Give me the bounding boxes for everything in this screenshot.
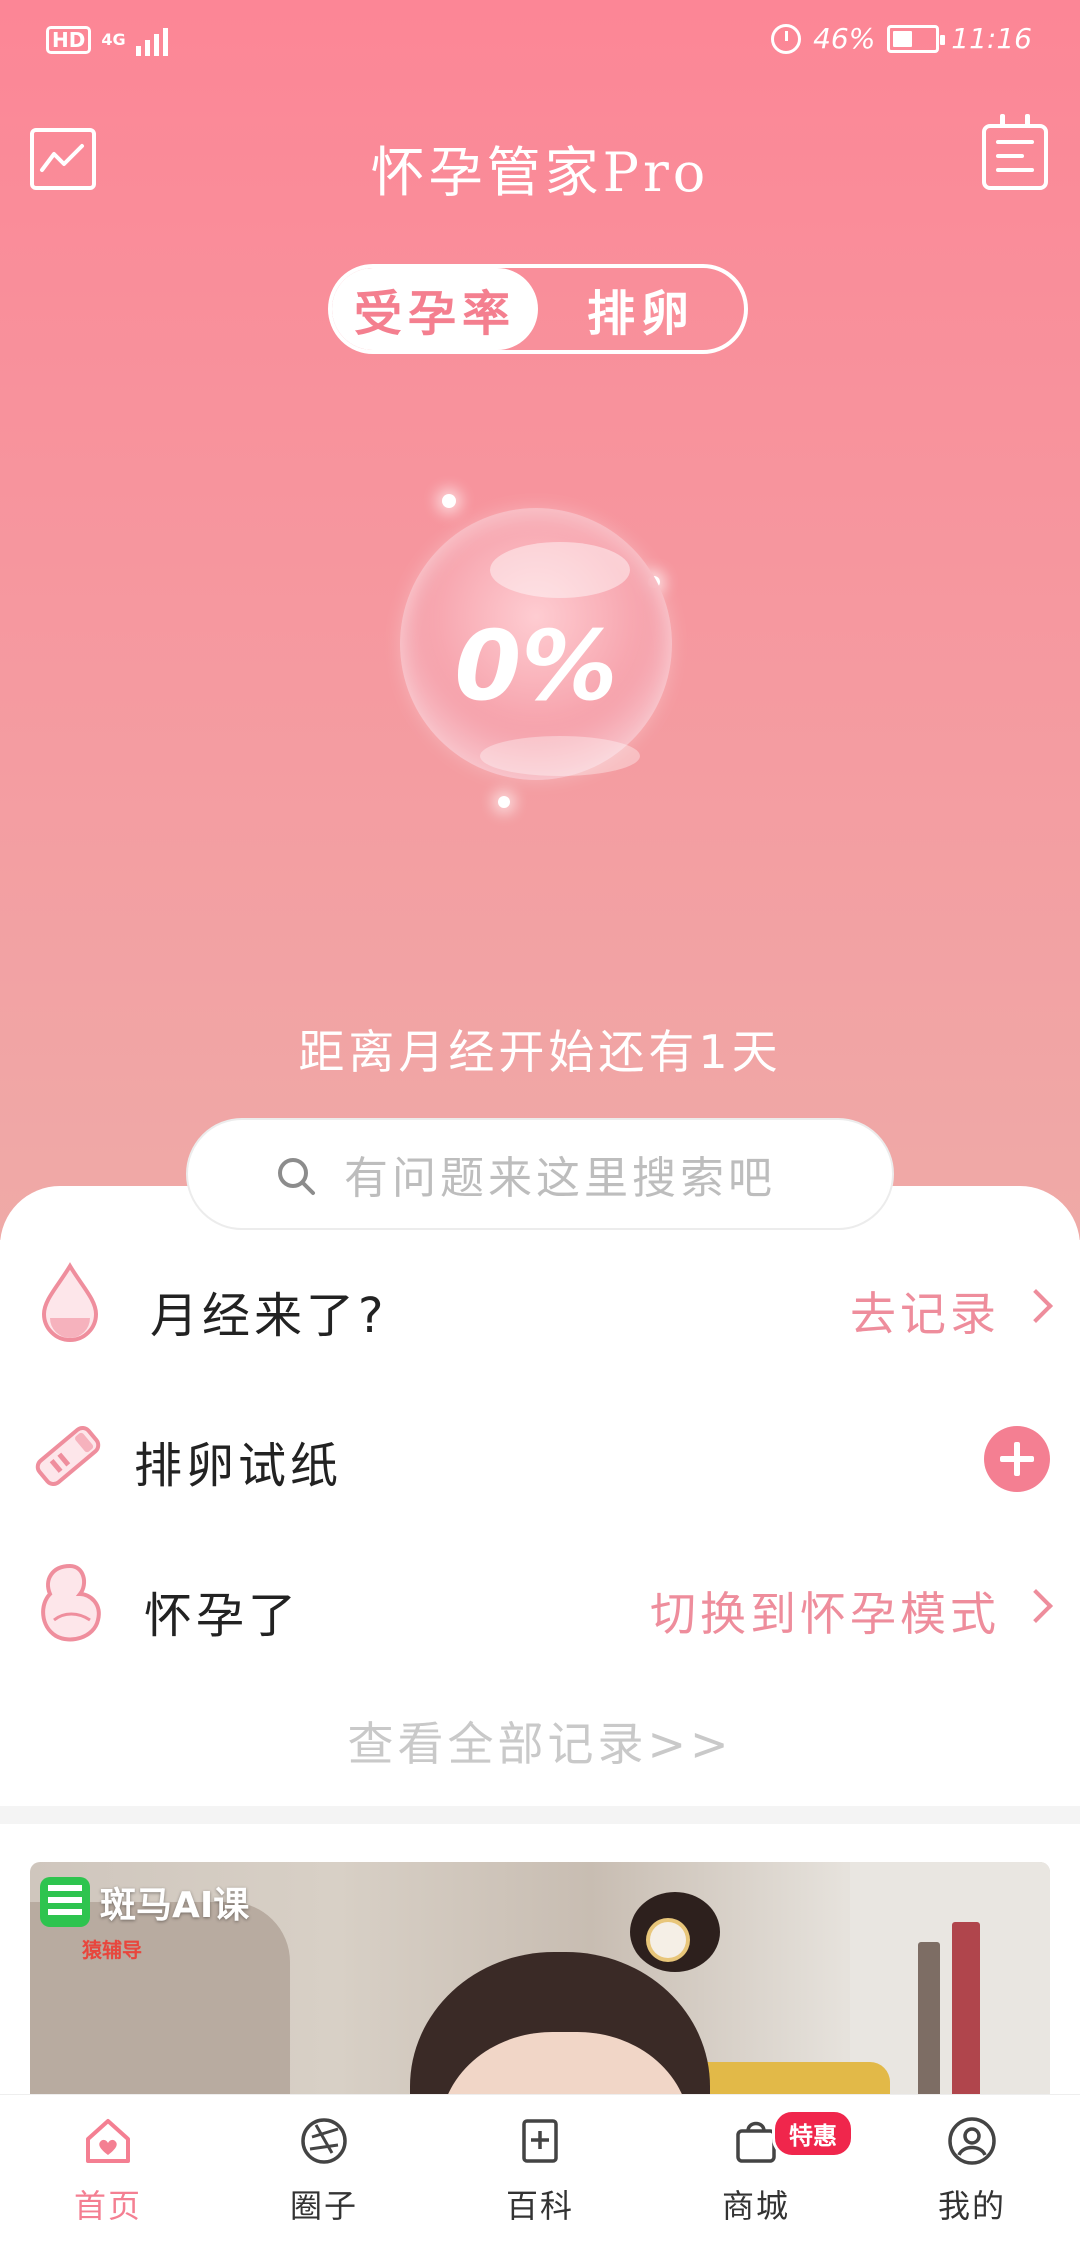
status-bar: HD 4G 46% 11:16 <box>0 0 1080 86</box>
nav-label: 百科 <box>505 2187 574 2225</box>
search-bar[interactable]: 有问题来这里搜索吧 <box>186 1118 894 1230</box>
chevron-right-icon <box>1019 1289 1053 1323</box>
search-placeholder: 有问题来这里搜索吧 <box>344 1153 776 1204</box>
nav-mall[interactable]: 商城 特惠 <box>648 2095 864 2244</box>
brand-subtitle: 猿辅导 <box>82 1938 142 1962</box>
mode-toggle: 受孕率 排卵 <box>328 264 748 354</box>
calendar-button[interactable] <box>982 114 1048 190</box>
bubble: 0% <box>400 508 672 780</box>
bubble-highlight <box>480 736 640 776</box>
record-link[interactable]: 去记录 <box>850 1278 1000 1344</box>
tab-conception-rate[interactable]: 受孕率 <box>332 268 538 350</box>
banner-book <box>918 1942 940 2102</box>
status-right: 46% 11:16 <box>771 22 1032 55</box>
pregnant-row[interactable]: 怀孕了 切换到怀孕模式 <box>0 1536 1080 1676</box>
nav-profile[interactable]: 我的 <box>864 2095 1080 2244</box>
period-row[interactable]: 月经来了? 去记录 <box>0 1236 1080 1376</box>
alarm-icon <box>771 23 802 54</box>
nav-label: 首页 <box>73 2187 142 2225</box>
nav-label: 我的 <box>937 2187 1006 2225</box>
zebra-logo-icon <box>40 1877 90 1927</box>
bubble-highlight <box>490 542 630 598</box>
promo-badge: 特惠 <box>772 2109 854 2158</box>
strip-label: 排卵试纸 <box>134 1438 343 1494</box>
pregnant-label: 怀孕了 <box>144 1588 301 1644</box>
nav-home[interactable]: 首页 <box>0 2095 216 2244</box>
signal-icon <box>135 24 168 56</box>
banner-hair-clip <box>650 1922 686 1958</box>
switch-mode-link[interactable]: 切换到怀孕模式 <box>650 1578 1000 1644</box>
battery-percent: 46% <box>813 22 876 55</box>
app-screen: HD 4G 46% 11:16 怀孕管家Pro 受孕率 排卵 0% 距离月经开始… <box>0 0 1080 2244</box>
drop-icon <box>41 1262 99 1342</box>
test-strip-icon <box>35 1425 101 1487</box>
banner-brand: 斑马AI课 <box>40 1876 249 1928</box>
records-card: 月经来了? 去记录 排卵试纸 怀孕了 切换到怀孕模式 查看全部记录>> <box>0 1186 1080 1806</box>
calendar-icon-line <box>996 154 1024 158</box>
calendar-icon-line <box>996 168 1034 172</box>
aperture-icon <box>301 2118 347 2164</box>
brand-name: 斑马AI课 <box>100 1885 250 1926</box>
user-icon <box>948 2117 996 2165</box>
ovulation-strip-row: 排卵试纸 <box>0 1386 1080 1526</box>
add-strip-button[interactable] <box>984 1426 1050 1492</box>
nav-circle[interactable]: 圈子 <box>216 2095 432 2244</box>
chevron-right-icon <box>1019 1589 1053 1623</box>
clock: 11:16 <box>951 22 1032 55</box>
nav-label: 商城 <box>721 2187 790 2225</box>
app-title: 怀孕管家Pro <box>370 141 710 204</box>
sparkle <box>442 494 456 508</box>
status-left: HD 4G <box>46 24 168 56</box>
rate-value: 0% <box>454 610 618 722</box>
home-heart-icon <box>86 2119 130 2163</box>
period-label: 月经来了? <box>150 1288 388 1344</box>
book-plus-icon <box>522 2119 558 2163</box>
bottom-nav: 首页 圈子 百科 商城 特惠 我的 <box>0 2094 1080 2244</box>
period-countdown: 距离月经开始还有1天 <box>298 1025 782 1079</box>
nav-encyclopedia[interactable]: 百科 <box>432 2095 648 2244</box>
banner-book <box>952 1922 980 2102</box>
search-icon <box>278 1158 315 1195</box>
tab-ovulation[interactable]: 排卵 <box>538 268 744 350</box>
conception-rate-bubble: 0% <box>380 490 700 830</box>
hd-badge: HD <box>46 26 92 54</box>
nav-label: 圈子 <box>289 2187 358 2225</box>
view-all-records-link[interactable]: 查看全部记录>> <box>0 1708 1080 1774</box>
sparkle <box>498 796 510 808</box>
network-type: 4G <box>101 30 126 49</box>
calendar-icon <box>996 140 1034 144</box>
pregnant-icon <box>41 1563 101 1642</box>
title-bar: 怀孕管家Pro <box>0 110 1080 210</box>
battery-icon <box>887 24 946 53</box>
